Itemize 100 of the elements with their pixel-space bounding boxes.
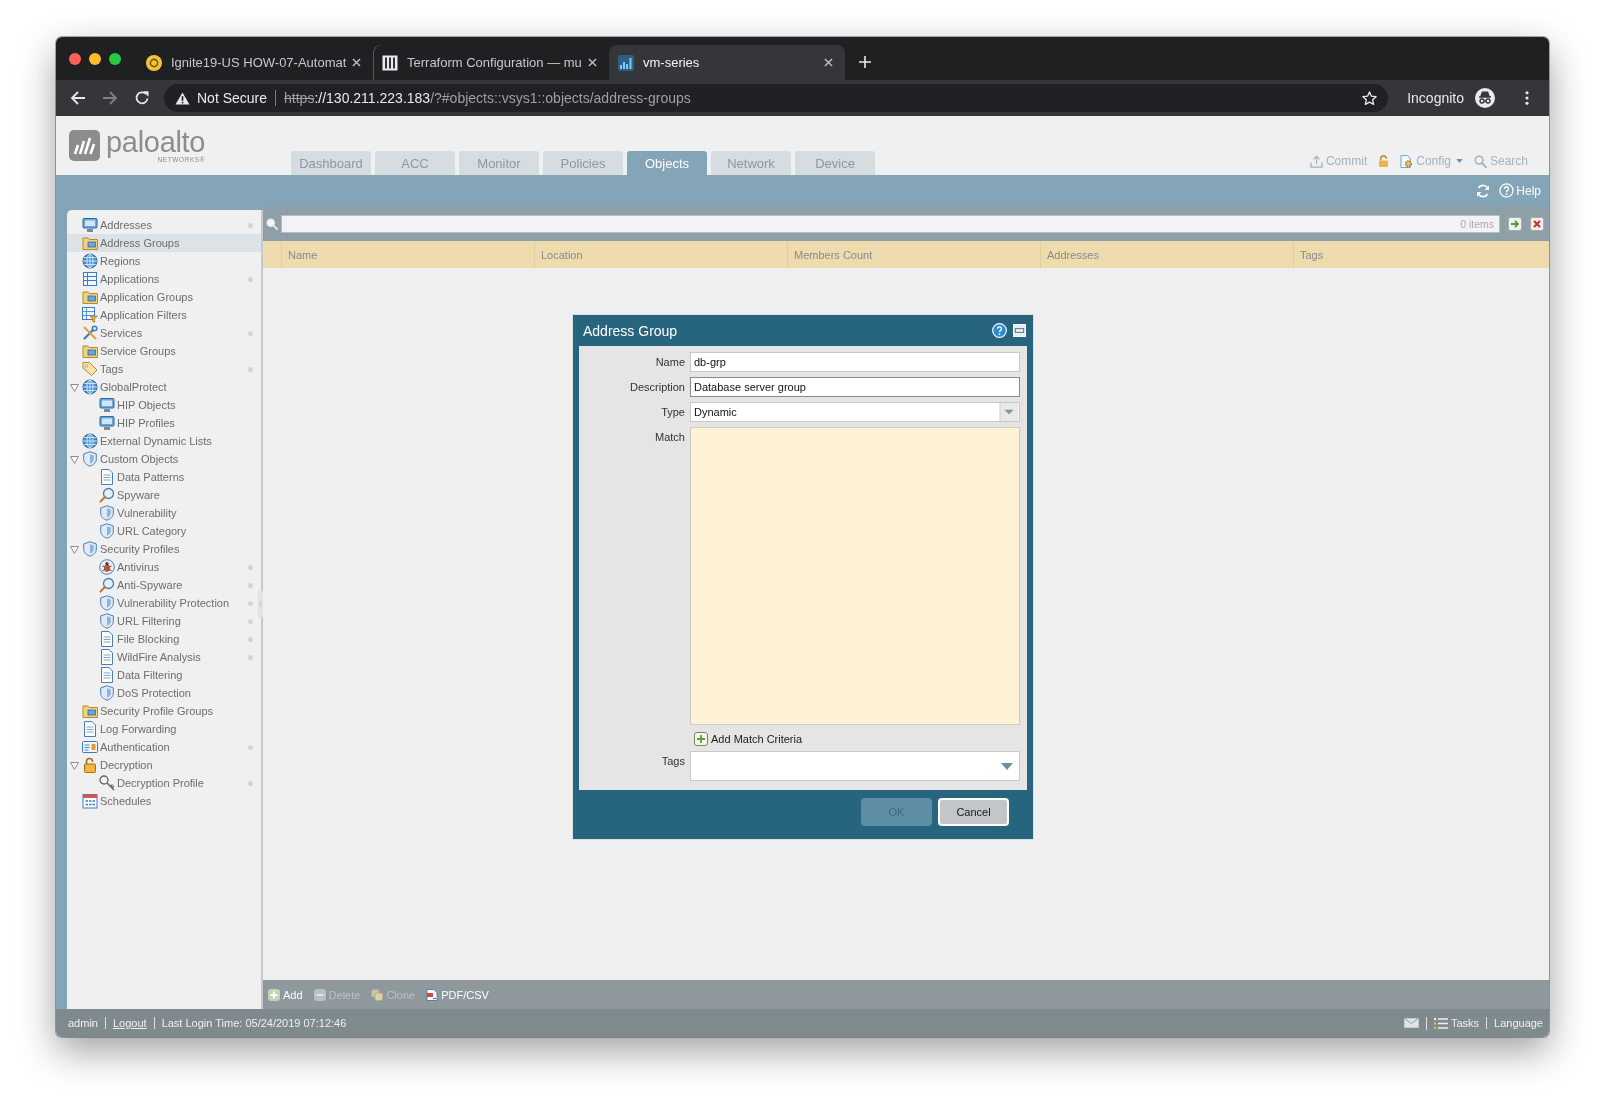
language-link[interactable]: Language	[1486, 1017, 1543, 1029]
column-header[interactable]: Members Count	[787, 241, 1040, 268]
help-icon[interactable]	[992, 323, 1007, 338]
sidebar-item[interactable]: Decryption Profile	[67, 774, 261, 792]
column-header[interactable]: Location	[534, 241, 787, 268]
minus-icon	[313, 988, 326, 1001]
window-close-button[interactable]	[69, 52, 81, 65]
browser-tab[interactable]: vm-series	[609, 45, 845, 80]
sidebar-item[interactable]: URL Category	[67, 522, 261, 540]
sidebar-item[interactable]: Services	[67, 324, 261, 342]
column-header[interactable]: Name	[281, 241, 534, 268]
sidebar-item[interactable]: GlobalProtect	[67, 378, 261, 396]
sidebar-item[interactable]: HIP Profiles	[67, 414, 261, 432]
sidebar-item[interactable]: Addresses	[67, 216, 261, 234]
browser-tab[interactable]: Terraform Configuration — mu	[373, 45, 609, 80]
caret-icon	[999, 403, 1019, 421]
address-bar[interactable]: Not Secure https://130.211.223.183/?#objects::vsys1::objects/address-groups	[164, 84, 1389, 112]
browser-tab[interactable]: Ignite19-US HOW-07-Automat	[137, 45, 373, 80]
sidebar-item[interactable]: Address Groups	[67, 234, 261, 252]
disclosure-triangle-icon[interactable]	[70, 544, 79, 554]
favicon-icon	[618, 54, 634, 71]
arrow-icon[interactable]	[1508, 217, 1522, 231]
refresh-icon[interactable]	[1476, 183, 1491, 198]
sidebar-item[interactable]: File Blocking	[67, 630, 261, 648]
column-header[interactable]: Addresses	[1040, 241, 1293, 268]
favicon-icon	[382, 54, 398, 71]
disclosure-triangle-icon[interactable]	[70, 454, 79, 464]
sidebar-item[interactable]: Security Profiles	[67, 540, 261, 558]
monitor-icon	[99, 415, 115, 431]
sidebar-item[interactable]: Regions	[67, 252, 261, 270]
sidebar-item[interactable]: Data Patterns	[67, 468, 261, 486]
export-button[interactable]: PDF/CSV	[426, 988, 489, 1001]
envelope-icon[interactable]	[1403, 1018, 1419, 1028]
sidebar-item[interactable]: Security Profile Groups	[67, 702, 261, 720]
list-icon	[1433, 1016, 1448, 1030]
dropdown[interactable]: Dynamic	[690, 402, 1020, 422]
text-field[interactable]: Database server group	[690, 377, 1020, 397]
sidebar-item[interactable]: Tags	[67, 360, 261, 378]
magnifier-icon	[99, 577, 115, 593]
logout-link[interactable]: Logout	[104, 1017, 154, 1029]
back-icon[interactable]	[70, 90, 86, 106]
menu-icon[interactable]	[1525, 91, 1529, 105]
sidebar-item[interactable]: External Dynamic Lists	[67, 432, 261, 450]
help-icon	[1499, 183, 1515, 198]
sidebar-item[interactable]: Anti-Spyware	[67, 576, 261, 594]
field-label: Type	[660, 405, 685, 420]
disclosure-triangle-icon[interactable]	[70, 760, 79, 770]
add-match-criteria-link[interactable]: Add Match Criteria	[694, 732, 803, 746]
sidebar-item[interactable]: DoS Protection	[67, 684, 261, 702]
window-minimize-button[interactable]	[89, 52, 101, 65]
tasks-button[interactable]: Tasks	[1425, 1016, 1487, 1030]
sidebar-item[interactable]: Vulnerability Protection	[67, 594, 261, 612]
window-zoom-button[interactable]	[109, 52, 121, 65]
shield-icon	[99, 505, 115, 521]
sidebar-item[interactable]: URL Filtering	[67, 612, 261, 630]
folder-icon	[82, 289, 98, 305]
add-button[interactable]: Add	[268, 988, 303, 1001]
sidebar-item[interactable]: Schedules	[67, 792, 261, 810]
security-indicator[interactable]: Not Secure	[175, 90, 268, 106]
url-text: https://130.211.223.183/?#objects::vsys1::objects/address-groups	[284, 90, 691, 106]
close-icon[interactable]	[824, 58, 833, 67]
column-header[interactable]: Tags	[1293, 241, 1549, 268]
sidebar-item[interactable]: Decryption	[67, 756, 261, 774]
item-count: 0 items	[1460, 218, 1494, 230]
help-button[interactable]: Help	[1499, 183, 1541, 198]
close-icon[interactable]	[588, 58, 597, 67]
clear-icon[interactable]	[1530, 217, 1544, 231]
sidebar-item[interactable]: WildFire Analysis	[67, 648, 261, 666]
window-icon[interactable]	[1013, 324, 1026, 337]
disclosure-triangle-icon[interactable]	[70, 382, 79, 392]
sidebar-item[interactable]: Service Groups	[67, 342, 261, 360]
sidebar-item[interactable]: HIP Objects	[67, 396, 261, 414]
star-icon[interactable]	[1362, 90, 1378, 106]
sidebar-item[interactable]: Log Forwarding	[67, 720, 261, 738]
forward-icon[interactable]	[102, 90, 118, 106]
sidebar-item[interactable]: Vulnerability	[67, 504, 261, 522]
incognito-icon[interactable]	[1475, 88, 1495, 108]
text-field[interactable]: db-grp	[690, 352, 1020, 372]
caret-icon	[1455, 159, 1463, 163]
sidebar-item[interactable]: Custom Objects	[67, 450, 261, 468]
sidebar-item[interactable]: Spyware	[67, 486, 261, 504]
padlock-icon[interactable]	[1378, 155, 1390, 167]
sidebar-item[interactable]: Authentication	[67, 738, 261, 756]
sidebar-item[interactable]: Applications	[67, 270, 261, 288]
field-label: Tags	[660, 754, 685, 769]
match-field[interactable]	[690, 427, 1020, 725]
tags-field[interactable]	[690, 751, 1020, 781]
last-login-text: Last Login Time: 05/24/2019 07:12:46	[153, 1017, 354, 1029]
sidebar-item[interactable]: Antivirus	[67, 558, 261, 576]
dialog-button[interactable]: Cancel	[938, 798, 1009, 826]
sidebar-item[interactable]: Application Filters	[67, 306, 261, 324]
plus-icon[interactable]	[859, 56, 871, 68]
sidebar-item[interactable]: Data Filtering	[67, 666, 261, 684]
document-icon	[99, 667, 115, 683]
shield-icon	[99, 595, 115, 611]
splitter-handle[interactable]	[258, 588, 263, 620]
sidebar-item[interactable]: Application Groups	[67, 288, 261, 306]
reload-icon[interactable]	[134, 90, 150, 106]
close-icon[interactable]	[352, 58, 362, 67]
nav-tab[interactable]: Objects	[627, 151, 707, 175]
